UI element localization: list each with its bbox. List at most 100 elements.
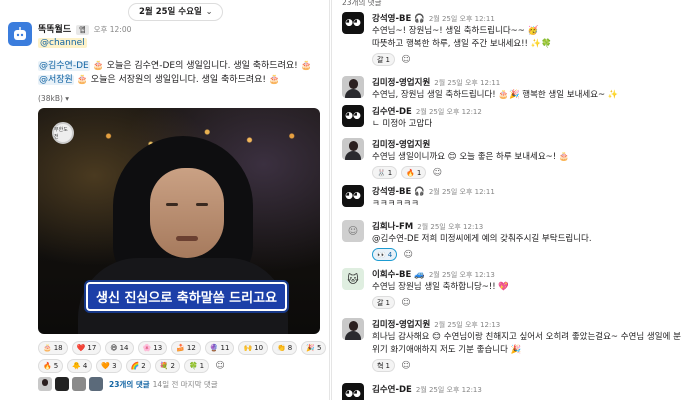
replies-link[interactable]: 23개의 댓글 — [109, 379, 150, 390]
date-divider-button[interactable]: 2월 25일 수요일 ⌄ — [128, 3, 224, 21]
author-name[interactable]: 강석영-BE 🎧 — [372, 187, 425, 197]
reaction-pill[interactable]: 🧡 3 — [96, 359, 122, 373]
message-time[interactable]: 2월 25일 오후 12:11 — [434, 79, 500, 87]
reaction-emoji: 🌸 — [142, 344, 152, 352]
user-mention[interactable]: @김수연-DE — [38, 61, 90, 71]
reaction-count: 5 — [53, 362, 59, 370]
add-reaction-icon[interactable]: ☺ — [430, 166, 444, 179]
date-label: 2월 25일 수요일 — [139, 7, 202, 17]
author-name[interactable]: 이희수-BE 🚙 — [372, 270, 425, 280]
message-text: ㅋㅋㅋㅋㅋㅋ — [372, 199, 419, 209]
reaction-pill[interactable]: 🐰 1 — [372, 166, 398, 179]
message-text: 수연님, 장원님 생일 축하드립니다! 🎂🎉 행복한 생일 보내세요~ ✨ — [372, 90, 619, 100]
message-time[interactable]: 2월 25일 오후 12:13 — [429, 271, 495, 279]
reaction-count: 5 — [316, 344, 322, 352]
user-avatar[interactable]: ◕◕ — [342, 12, 364, 34]
reaction-pill[interactable]: 👀 4 — [372, 248, 398, 261]
reaction-count: 8 — [287, 344, 293, 352]
add-reaction-icon[interactable]: ☺ — [401, 248, 415, 261]
user-avatar[interactable] — [342, 76, 364, 98]
message-text: 수연님~! 장원님~! 생일 축하드립니다~~ 🥳 — [372, 26, 539, 36]
message-time[interactable]: 2월 25일 오후 12:13 — [416, 386, 482, 394]
app-badge: 앱 — [76, 25, 89, 35]
reaction-count: 14 — [119, 344, 129, 352]
reaction-pill[interactable]: 🌈 2 — [125, 359, 151, 373]
reaction-pill[interactable]: 🌸 13 — [137, 341, 168, 355]
channel-message-pane: 2월 25일 수요일 ⌄ 똑똑월드 앱 오후 12:00 @channel @김… — [0, 0, 330, 400]
user-mention[interactable]: @서장원 — [38, 75, 74, 85]
bot-face-icon — [14, 27, 26, 40]
reaction-pill[interactable]: ❤️ 17 — [71, 341, 102, 355]
author-name[interactable]: 똑똑월드 — [38, 22, 71, 35]
file-size-toggle[interactable]: (38kB) ▾ — [38, 94, 69, 103]
video-attachment[interactable]: 무한도전 생신 진심으로 축하말씀 드리고요 — [38, 108, 320, 334]
reaction-pill[interactable]: 👏 8 — [272, 341, 298, 355]
reaction-row: 🎂 18 ❤️ 17 😄 14 🌸 13 🍰 12 🔮 11 🙌 10 👏 8 🎉 5 — [38, 341, 328, 355]
add-reaction-icon[interactable]: ☺ — [213, 359, 227, 372]
thread-summary[interactable]: 23개의 댓글 14일 전 마지막 댓글 — [38, 377, 218, 391]
reaction-pill[interactable]: 🔥 5 — [38, 359, 64, 373]
video-caption: 생신 진심으로 축하말씀 드리고요 — [86, 282, 288, 311]
reaction-pill[interactable]: 💐 2 — [154, 359, 180, 373]
reaction-count: 1 — [199, 362, 205, 370]
message-time[interactable]: 2월 25일 오후 12:11 — [429, 15, 495, 23]
user-avatar[interactable]: ◕◕ — [342, 105, 364, 127]
reaction-row: 🔥 5 🐥 4 🧡 3 🌈 2 💐 2 🍀 1 ☺ — [38, 359, 328, 373]
reaction-emoji: 🐥 — [72, 362, 81, 370]
author-name[interactable]: 김미정-영업지원 — [372, 140, 430, 150]
author-name[interactable]: 김희나-FM — [372, 222, 413, 232]
reaction-pill[interactable]: 🍰 12 — [171, 341, 201, 355]
reaction-emoji: 🍀 — [188, 362, 198, 370]
last-reply-time: 14일 전 마지막 댓글 — [152, 379, 218, 389]
add-reaction-icon[interactable]: ☺ — [399, 296, 413, 309]
reaction-count: 17 — [87, 344, 97, 352]
user-avatar[interactable]: ◕◕ — [342, 383, 364, 400]
reaction-emoji: 🎉 — [306, 344, 315, 352]
author-name[interactable]: 김미정-영업지원 — [372, 320, 430, 330]
reaction-pill[interactable]: 🎂 18 — [38, 341, 68, 355]
reaction-pill[interactable]: 혁1 — [372, 359, 395, 372]
user-avatar[interactable] — [342, 318, 364, 340]
message-time[interactable]: 2월 25일 오후 12:13 — [434, 321, 500, 329]
reaction-pill[interactable]: 🐥 4 — [67, 359, 93, 373]
replier-avatar — [38, 377, 52, 391]
reaction-emoji: 👏 — [277, 344, 286, 352]
user-avatar[interactable]: 🐱 — [342, 268, 364, 290]
reaction-pill[interactable]: 갈1 — [372, 53, 395, 66]
message-time[interactable]: 오후 12:00 — [94, 24, 132, 35]
author-name[interactable]: 김미정-영업지원 — [372, 78, 430, 88]
reaction-pill[interactable]: 🔥 1 — [401, 166, 427, 179]
reaction-emoji: 🌈 — [130, 362, 140, 370]
reaction-emoji: 💐 — [159, 362, 169, 370]
user-avatar[interactable]: ☺ — [342, 220, 364, 242]
add-reaction-icon[interactable]: ☺ — [399, 53, 413, 66]
user-avatar[interactable] — [342, 138, 364, 160]
reaction-pill[interactable]: 😄 14 — [105, 341, 134, 355]
author-name[interactable]: 김수연-DE — [372, 385, 412, 395]
reaction-count: 18 — [53, 344, 63, 352]
message-text: @김수연-DE 저희 미정씨에게 예의 갖춰주시길 부탁드립니다. — [372, 234, 592, 244]
reaction-count: 4 — [82, 362, 88, 370]
author-name[interactable]: 강석영-BE 🎧 — [372, 14, 425, 24]
reaction-pill[interactable]: 갈1 — [372, 296, 395, 309]
reaction-emoji: 🍰 — [176, 344, 185, 352]
author-name[interactable]: 김수연-DE — [372, 107, 412, 117]
replier-avatar — [55, 377, 69, 391]
message-text: 따뜻하고 행복한 하루, 생일 주간 보내세요!! ✨🍀 — [372, 39, 552, 49]
reaction-pill[interactable]: 🍀 1 — [183, 359, 210, 373]
video-mouth — [176, 236, 198, 241]
message-time[interactable]: 2월 25일 오후 12:12 — [416, 108, 482, 116]
reaction-pill[interactable]: 🎉 5 — [301, 341, 327, 355]
show-logo: 무한도전 — [52, 122, 74, 144]
message-text: 🎂 오늘은 김수연-DE의 생일입니다. 생일 축하드려요! 🎂 — [92, 61, 312, 71]
channel-mention[interactable]: @channel — [38, 38, 87, 48]
message-text: 수연님 장원님 생일 축하합니당~!! 💖 — [372, 282, 509, 292]
add-reaction-icon[interactable]: ☺ — [399, 359, 413, 372]
message-time[interactable]: 2월 25일 오후 12:11 — [429, 188, 495, 196]
replier-avatar — [89, 377, 103, 391]
bot-avatar[interactable] — [8, 22, 32, 46]
reaction-pill[interactable]: 🙌 10 — [238, 341, 269, 355]
message-time[interactable]: 2월 25일 오후 12:13 — [417, 223, 483, 231]
user-avatar[interactable]: ◕◕ — [342, 185, 364, 207]
reaction-pill[interactable]: 🔮 11 — [204, 341, 235, 355]
